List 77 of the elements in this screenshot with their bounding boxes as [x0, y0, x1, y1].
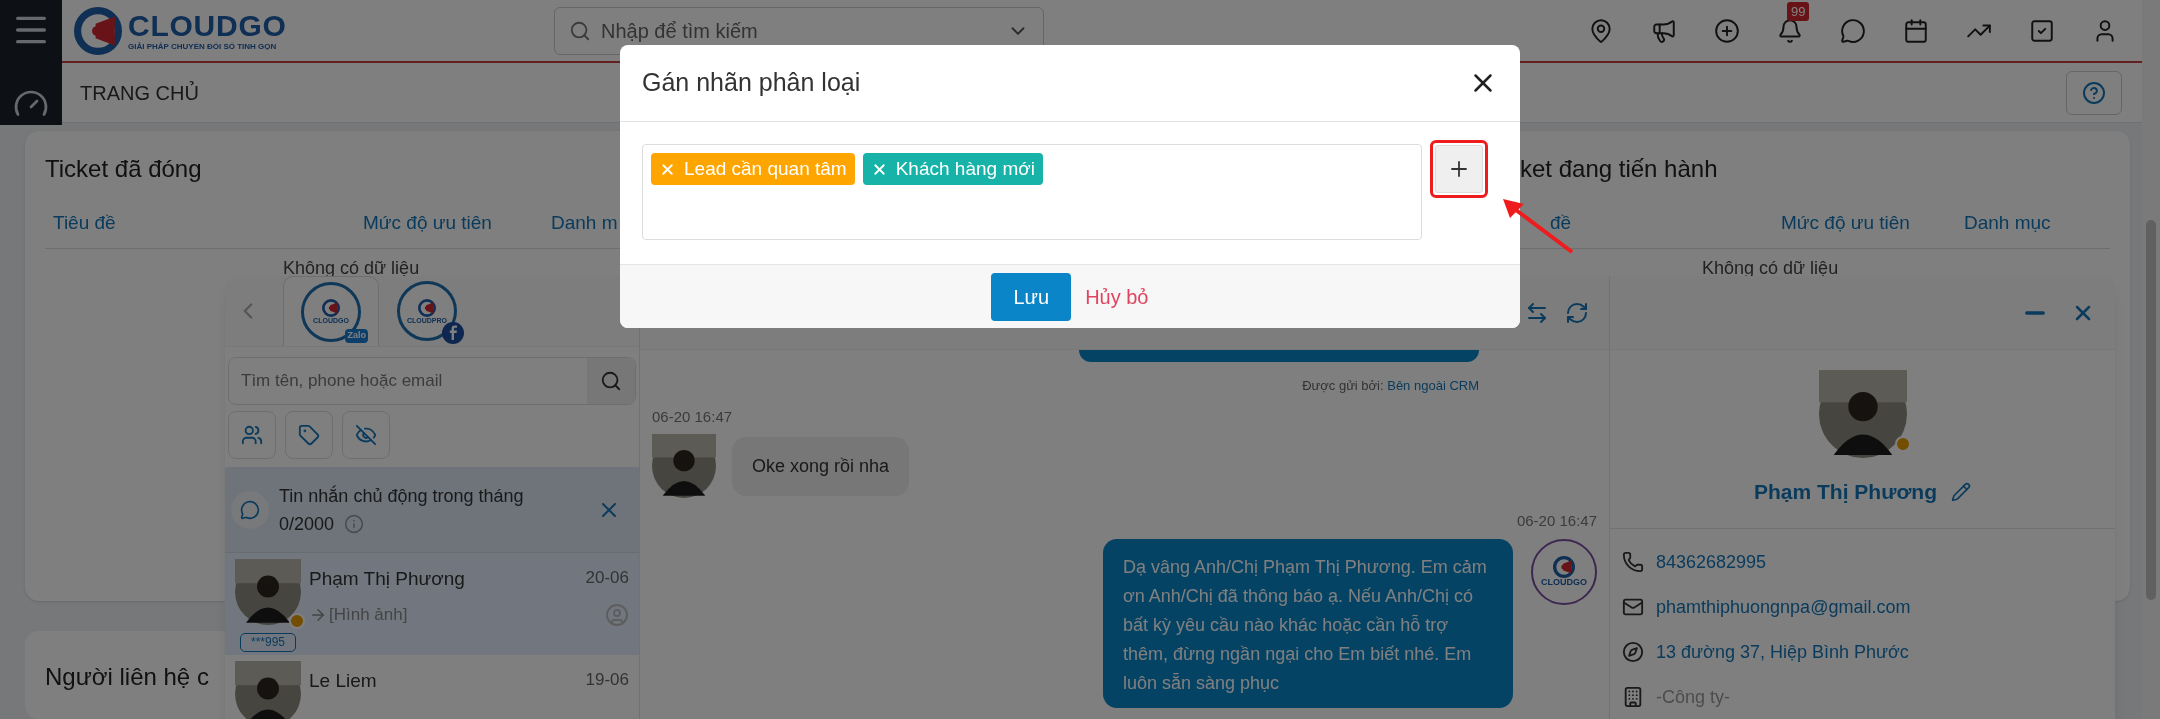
quota-count: 0/2000 [279, 512, 335, 536]
avatar [652, 434, 716, 498]
agent-logo-text: CLOUDGO [1541, 578, 1587, 587]
tag-icon [298, 424, 320, 446]
profile-name: Phạm Thị Phương [1754, 479, 1937, 505]
chat-icon[interactable] [1840, 17, 1866, 44]
edit-icon[interactable] [1951, 481, 1971, 502]
message-bubble: Oke xong rồi nha [732, 436, 910, 496]
conversation-date: 19-06 [585, 668, 629, 691]
facebook-icon [442, 322, 464, 344]
dialog-title: Gán nhãn phân loại [642, 67, 861, 99]
conversation-date: 20-06 [585, 567, 629, 590]
compass-icon [1622, 641, 1644, 663]
card-title: Ticket đã đóng [45, 154, 202, 184]
help-icon [2082, 80, 2106, 105]
card-title: Người liên hệ c [45, 662, 209, 692]
column-header: Tiêu đề [53, 211, 117, 235]
contact-name: Le Liem [309, 668, 377, 693]
zalo-badge: Zalo [345, 329, 368, 343]
logo-icon [74, 6, 122, 55]
banner-text: Tin nhắn chủ động trong tháng [279, 484, 525, 508]
notification-badge: 99 [1787, 1, 1810, 21]
group-filter-button[interactable] [228, 411, 276, 459]
phone-number[interactable]: 84362682995 [1656, 548, 1767, 576]
map-pin-icon[interactable] [1588, 17, 1614, 44]
empty-text: Không có dữ liệu [1702, 256, 1839, 280]
page-title: TRANG CHỦ [80, 80, 199, 106]
megaphone-icon[interactable] [1651, 17, 1677, 44]
label-tag[interactable]: Lead cần quan tâm [651, 153, 855, 185]
column-header: Danh m [551, 211, 619, 235]
phone-tag: ***995 [240, 633, 296, 653]
plus-circle-icon[interactable] [1714, 17, 1740, 44]
column-header: đề [1550, 211, 1573, 235]
message-preview: [Hình ảnh] [329, 603, 408, 626]
cancel-link[interactable]: Hủy bỏ [1085, 281, 1149, 312]
search-icon [569, 19, 591, 42]
message-time: 06-20 16:47 [652, 406, 734, 427]
mail-icon [1622, 596, 1644, 618]
search-field[interactable]: Tìm tên, phone hoặc email [228, 357, 636, 405]
scrollbar[interactable] [2142, 0, 2160, 719]
hidden-filter-button[interactable] [342, 411, 390, 459]
user-icon [605, 602, 629, 627]
help-button[interactable] [2066, 70, 2122, 115]
email-address[interactable]: phamthiphuongnpa@gmail.com [1656, 593, 1911, 621]
save-button[interactable]: Lưu [991, 272, 1072, 321]
tag-filter-button[interactable] [285, 411, 333, 459]
info-icon[interactable] [344, 513, 365, 534]
bell-icon[interactable] [1777, 17, 1803, 44]
column-header: Mức độ ưu tiên [1781, 211, 1911, 235]
avatar [235, 660, 301, 719]
address: 13 đường 37, Hiệp Bình Phước [1656, 640, 1909, 664]
chat-icon [240, 499, 260, 520]
logo-text: CLOUDGO [128, 10, 287, 41]
eye-off-icon [355, 424, 377, 446]
transfer-icon[interactable] [1525, 300, 1549, 325]
sender-note: Được gửi bởi: Bên ngoài CRM [1302, 377, 1479, 395]
logo-tagline: GIẢI PHÁP CHUYỂN ĐỔI SỐ TINH GỌN [128, 42, 278, 51]
checkbox-icon[interactable] [2029, 17, 2055, 44]
refresh-icon[interactable] [1565, 300, 1589, 325]
logo-icon [1553, 556, 1575, 578]
card-title: ket đang tiến hành [1520, 154, 1718, 184]
column-header: Danh mục [1964, 211, 2052, 235]
calendar-icon[interactable] [1903, 17, 1929, 44]
users-icon [241, 424, 263, 446]
label-tag[interactable]: Khách hàng mới [862, 153, 1043, 185]
message-bubble: Dạ vâng Anh/Chị Phạm Thị Phương. Em cảm ơn Anh/Chị đã thông báo ạ. Nếu Anh/Chị có bất kỳ yêu cầu nào khác hoặc cần hỗ trợ thêm, đừng ngần ngại cho Em biết nhé. Em luôn sẵn sàng phục [1103, 538, 1513, 708]
avatar [235, 559, 301, 626]
search-icon[interactable] [600, 370, 622, 392]
column-header: Mức độ ưu tiên [363, 211, 493, 235]
conversation-item[interactable]: ***995 Phạm Thị Phương 20-06 [Hình ảnh] [225, 553, 639, 655]
tag-input[interactable]: Lead cần quan tâm Khách hàng mới [642, 144, 1422, 240]
phone-icon [1622, 551, 1644, 573]
logo-icon [322, 299, 340, 317]
building-icon [1622, 686, 1644, 708]
message-time: 06-20 16:47 [1516, 511, 1597, 531]
contact-name: Phạm Thị Phương [309, 567, 465, 592]
logo-icon [418, 298, 436, 317]
